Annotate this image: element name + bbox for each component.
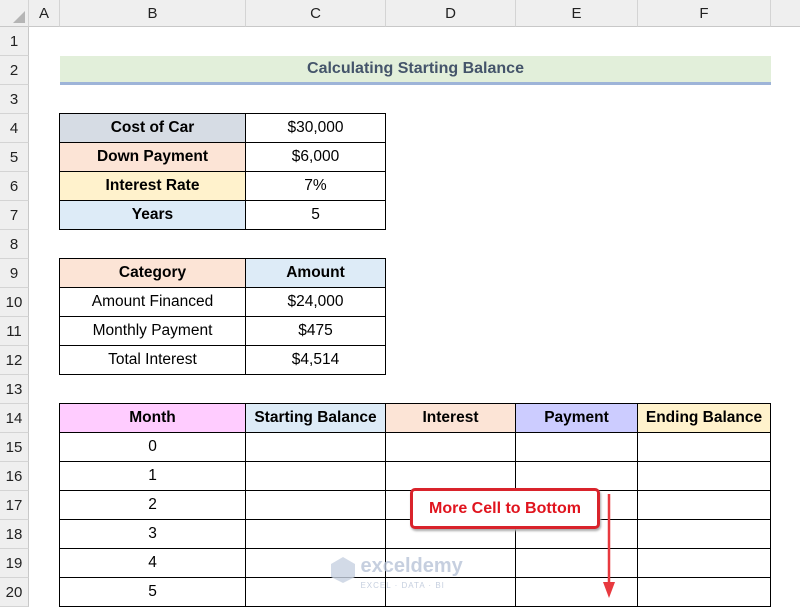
row-header-13[interactable]: 13	[0, 375, 29, 404]
input-value[interactable]: 5	[245, 200, 386, 230]
row-header-7[interactable]: 7	[0, 201, 29, 230]
schedule-cell[interactable]	[637, 432, 771, 462]
schedule-header[interactable]: Payment	[515, 403, 638, 433]
input-label[interactable]: Down Payment	[59, 142, 246, 172]
schedule-cell[interactable]	[637, 577, 771, 607]
corner-triangle-icon	[13, 11, 25, 23]
summary-category[interactable]: Amount Financed	[59, 287, 246, 317]
watermark-name: exceldemy	[360, 555, 463, 577]
schedule-header[interactable]: Interest	[385, 403, 516, 433]
exceldemy-logo-icon	[331, 557, 355, 583]
callout-more-cells: More Cell to Bottom	[410, 488, 600, 529]
watermark: exceldemy EXCEL · DATA · BI	[330, 556, 463, 592]
row-header-8[interactable]: 8	[0, 230, 29, 259]
row-header-9[interactable]: 9	[0, 259, 29, 288]
schedule-header[interactable]: Ending Balance	[637, 403, 771, 433]
row-header-4[interactable]: 4	[0, 114, 29, 143]
row-header-17[interactable]: 17	[0, 491, 29, 520]
schedule-cell[interactable]	[245, 461, 386, 491]
schedule-month[interactable]: 2	[59, 490, 246, 520]
schedule-cell[interactable]	[515, 548, 638, 578]
schedule-cell[interactable]	[245, 432, 386, 462]
row-header-10[interactable]: 10	[0, 288, 29, 317]
schedule-month[interactable]: 4	[59, 548, 246, 578]
summary-amount[interactable]: $475	[245, 316, 386, 346]
row-header-19[interactable]: 19	[0, 549, 29, 578]
row-header-14[interactable]: 14	[0, 404, 29, 433]
schedule-month[interactable]: 3	[59, 519, 246, 549]
column-header-A[interactable]: A	[29, 0, 60, 27]
input-label[interactable]: Cost of Car	[59, 113, 246, 143]
column-header-E[interactable]: E	[516, 0, 638, 27]
row-header-1[interactable]: 1	[0, 27, 29, 56]
schedule-cell[interactable]	[637, 461, 771, 491]
schedule-cell[interactable]	[515, 577, 638, 607]
schedule-cell[interactable]	[515, 461, 638, 491]
input-value[interactable]: 7%	[245, 171, 386, 201]
schedule-cell[interactable]	[385, 461, 516, 491]
schedule-header[interactable]: Month	[59, 403, 246, 433]
row-header-16[interactable]: 16	[0, 462, 29, 491]
schedule-cell[interactable]	[515, 432, 638, 462]
input-value[interactable]: $6,000	[245, 142, 386, 172]
summary-amount[interactable]: $24,000	[245, 287, 386, 317]
watermark-tagline: EXCEL · DATA · BI	[360, 581, 445, 590]
summary-amount[interactable]: $4,514	[245, 345, 386, 375]
row-header-3[interactable]: 3	[0, 85, 29, 114]
column-header-B[interactable]: B	[60, 0, 246, 27]
schedule-cell[interactable]	[245, 519, 386, 549]
column-header-C[interactable]: C	[246, 0, 386, 27]
summary-header[interactable]: Amount	[245, 258, 386, 288]
schedule-month[interactable]: 0	[59, 432, 246, 462]
sheet-title: Calculating Starting Balance	[60, 56, 771, 85]
schedule-cell[interactable]	[637, 519, 771, 549]
row-header-5[interactable]: 5	[0, 143, 29, 172]
row-header-15[interactable]: 15	[0, 433, 29, 462]
column-header-F[interactable]: F	[638, 0, 771, 27]
row-header-18[interactable]: 18	[0, 520, 29, 549]
row-header-11[interactable]: 11	[0, 317, 29, 346]
input-label[interactable]: Years	[59, 200, 246, 230]
row-header-2[interactable]: 2	[0, 56, 29, 85]
summary-category[interactable]: Monthly Payment	[59, 316, 246, 346]
input-label[interactable]: Interest Rate	[59, 171, 246, 201]
schedule-cell[interactable]	[385, 432, 516, 462]
row-header-6[interactable]: 6	[0, 172, 29, 201]
row-header-12[interactable]: 12	[0, 346, 29, 375]
schedule-cell[interactable]	[245, 490, 386, 520]
schedule-month[interactable]: 1	[59, 461, 246, 491]
schedule-header[interactable]: Starting Balance	[245, 403, 386, 433]
schedule-cell[interactable]	[637, 548, 771, 578]
column-header-G[interactable]	[771, 0, 800, 27]
down-arrow-icon	[603, 494, 615, 598]
column-header-D[interactable]: D	[386, 0, 516, 27]
schedule-cell[interactable]	[637, 490, 771, 520]
schedule-month[interactable]: 5	[59, 577, 246, 607]
summary-header[interactable]: Category	[59, 258, 246, 288]
row-header-20[interactable]: 20	[0, 578, 29, 607]
input-value[interactable]: $30,000	[245, 113, 386, 143]
select-all-corner[interactable]	[0, 0, 29, 27]
summary-category[interactable]: Total Interest	[59, 345, 246, 375]
